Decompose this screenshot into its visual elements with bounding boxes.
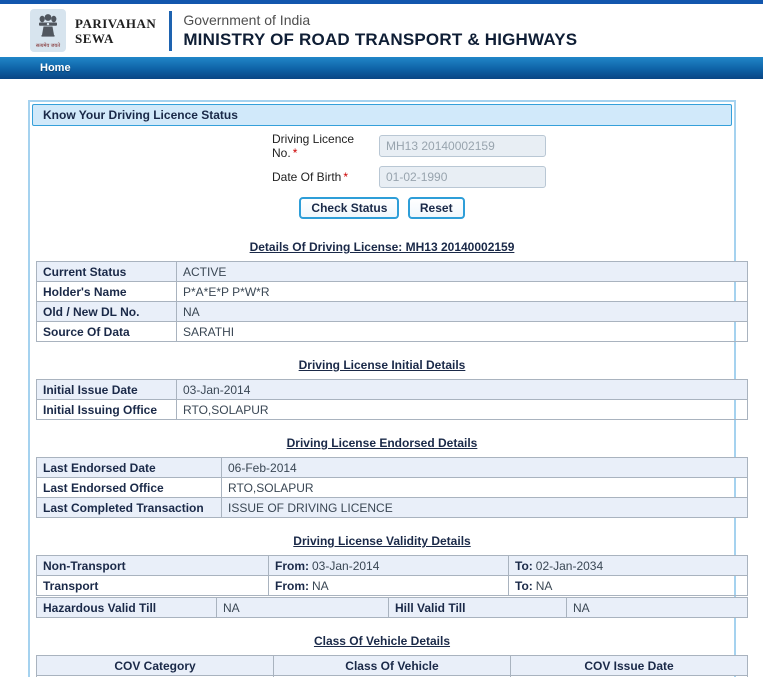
- dob-row: Date Of Birth*: [272, 166, 734, 188]
- endorsed-details-table: Last Endorsed Date 06-Feb-2014 Last Endo…: [36, 457, 748, 518]
- field-value-cell: RTO,SOLAPUR: [177, 400, 748, 420]
- cov-category-header: COV Category: [37, 656, 274, 676]
- table-row: Old / New DL No. NA: [37, 302, 748, 322]
- field-label-cell: Hill Valid Till: [389, 598, 567, 618]
- table-row: Source Of Data SARATHI: [37, 322, 748, 342]
- field-value-cell: 03-Jan-2014: [177, 380, 748, 400]
- table-row: Transport From:NA To:NA: [37, 576, 748, 596]
- table-row: Holder's Name P*A*E*P P*W*R: [37, 282, 748, 302]
- field-label-cell: Last Endorsed Office: [37, 478, 222, 498]
- table-header-row: COV Category Class Of Vehicle COV Issue …: [37, 656, 748, 676]
- validity-to-cell: To:NA: [509, 576, 748, 596]
- field-value-cell: P*A*E*P P*W*R: [177, 282, 748, 302]
- form-buttons: Check Status Reset: [30, 197, 734, 219]
- logo-line1: PARIVAHAN: [75, 16, 156, 31]
- table-row: Hazardous Valid Till NA Hill Valid Till …: [37, 598, 748, 618]
- cov-table: COV Category Class Of Vehicle COV Issue …: [36, 655, 748, 677]
- validity-from-cell: From:03-Jan-2014: [269, 556, 509, 576]
- ashoka-emblem-icon: सत्यमेव जयते: [30, 9, 66, 52]
- field-label-cell: Old / New DL No.: [37, 302, 177, 322]
- dob-label: Date Of Birth*: [272, 170, 379, 184]
- table-row: Last Endorsed Date 06-Feb-2014: [37, 458, 748, 478]
- validity-extra-table: Hazardous Valid Till NA Hill Valid Till …: [36, 597, 748, 618]
- reset-button[interactable]: Reset: [408, 197, 465, 219]
- field-label-cell: Hazardous Valid Till: [37, 598, 217, 618]
- initial-section-title: Driving License Initial Details: [30, 358, 734, 372]
- validity-from-cell: From:NA: [269, 576, 509, 596]
- dob-label-text: Date Of Birth: [272, 170, 341, 184]
- header-divider: [169, 11, 172, 51]
- site-header: सत्यमेव जयते PARIVAHAN SEWA Government o…: [0, 4, 763, 57]
- main-navbar: Home: [0, 57, 763, 79]
- from-value: 03-Jan-2014: [312, 559, 379, 573]
- field-value-cell: RTO,SOLAPUR: [222, 478, 748, 498]
- cov-issue-date-header: COV Issue Date: [511, 656, 748, 676]
- dl-number-row: Driving Licence No.*: [272, 135, 734, 157]
- field-label-cell: Initial Issue Date: [37, 380, 177, 400]
- nav-home-link[interactable]: Home: [40, 62, 71, 74]
- field-value-cell: SARATHI: [177, 322, 748, 342]
- table-row: Last Completed Transaction ISSUE OF DRIV…: [37, 498, 748, 518]
- field-value-cell: NA: [217, 598, 389, 618]
- field-value-cell: 06-Feb-2014: [222, 458, 748, 478]
- field-label-cell: Holder's Name: [37, 282, 177, 302]
- cov-section-title: Class Of Vehicle Details: [30, 634, 734, 648]
- parivahan-sewa-logo: PARIVAHAN SEWA: [75, 16, 156, 46]
- field-label-cell: Current Status: [37, 262, 177, 282]
- field-value-cell: ISSUE OF DRIVING LICENCE: [222, 498, 748, 518]
- validity-section-title: Driving License Validity Details: [30, 534, 734, 548]
- from-value: NA: [312, 579, 329, 593]
- ministry-block: Government of India MINISTRY OF ROAD TRA…: [183, 12, 577, 50]
- from-prefix: From:: [275, 559, 309, 573]
- dl-number-label: Driving Licence No.*: [272, 132, 379, 160]
- logo-line2: SEWA: [75, 31, 156, 46]
- field-value-cell: NA: [567, 598, 748, 618]
- dob-required-asterisk: *: [343, 170, 348, 184]
- check-status-button[interactable]: Check Status: [299, 197, 399, 219]
- table-row: Initial Issuing Office RTO,SOLAPUR: [37, 400, 748, 420]
- from-prefix: From:: [275, 579, 309, 593]
- cov-class-header: Class Of Vehicle: [274, 656, 511, 676]
- validity-to-cell: To:02-Jan-2034: [509, 556, 748, 576]
- to-prefix: To:: [515, 559, 533, 573]
- panel-title: Know Your Driving Licence Status: [32, 104, 732, 126]
- table-row: Non-Transport From:03-Jan-2014 To:02-Jan…: [37, 556, 748, 576]
- dl-number-required-asterisk: *: [293, 146, 298, 160]
- field-label-cell: Transport: [37, 576, 269, 596]
- ministry-title: MINISTRY OF ROAD TRANSPORT & HIGHWAYS: [183, 30, 577, 50]
- table-row: Initial Issue Date 03-Jan-2014: [37, 380, 748, 400]
- table-row: Last Endorsed Office RTO,SOLAPUR: [37, 478, 748, 498]
- field-label-cell: Last Completed Transaction: [37, 498, 222, 518]
- field-label-cell: Initial Issuing Office: [37, 400, 177, 420]
- initial-details-table: Initial Issue Date 03-Jan-2014 Initial I…: [36, 379, 748, 420]
- details-table: Current Status ACTIVE Holder's Name P*A*…: [36, 261, 748, 342]
- to-value: 02-Jan-2034: [536, 559, 603, 573]
- dl-search-form: Driving Licence No.* Date Of Birth* Chec…: [30, 128, 734, 219]
- field-label-cell: Non-Transport: [37, 556, 269, 576]
- to-value: NA: [536, 579, 553, 593]
- government-of-india-text: Government of India: [183, 12, 577, 28]
- details-section-title: Details Of Driving License: MH13 2014000…: [30, 240, 734, 254]
- endorsed-section-title: Driving License Endorsed Details: [30, 436, 734, 450]
- field-value-cell: NA: [177, 302, 748, 322]
- page-content: Know Your Driving Licence Status Driving…: [0, 79, 763, 677]
- dl-status-panel: Know Your Driving Licence Status Driving…: [28, 100, 736, 677]
- dob-input[interactable]: [379, 166, 546, 188]
- dl-number-input[interactable]: [379, 135, 546, 157]
- to-prefix: To:: [515, 579, 533, 593]
- table-row: Current Status ACTIVE: [37, 262, 748, 282]
- emblem-caption: सत्यमेव जयते: [36, 44, 60, 49]
- validity-table: Non-Transport From:03-Jan-2014 To:02-Jan…: [36, 555, 748, 596]
- dl-number-label-text: Driving Licence No.: [272, 132, 354, 160]
- field-label-cell: Source Of Data: [37, 322, 177, 342]
- field-value-cell: ACTIVE: [177, 262, 748, 282]
- field-label-cell: Last Endorsed Date: [37, 458, 222, 478]
